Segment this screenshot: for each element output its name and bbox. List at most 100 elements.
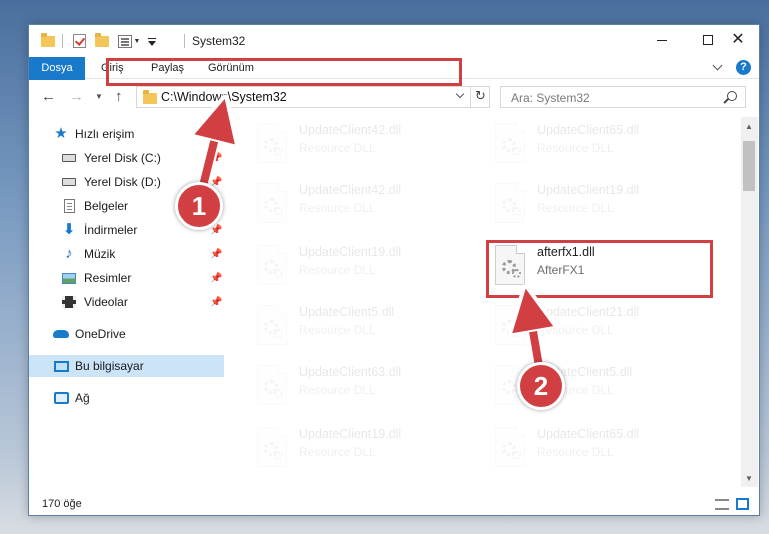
file-name: UpdateClient21.dll — [537, 305, 640, 319]
computer-icon — [53, 359, 69, 373]
documents-icon — [61, 199, 77, 213]
folder-icon — [39, 32, 57, 49]
dll-file-icon — [257, 365, 287, 405]
star-icon: ★ — [54, 125, 68, 142]
file-name: UpdateClient19.dll — [537, 183, 640, 197]
videos-icon — [61, 295, 77, 309]
address-highlight-box — [106, 58, 462, 86]
scroll-down-icon[interactable]: ▼ — [745, 474, 753, 483]
sidebar-item-label: Müzik — [84, 247, 116, 261]
file-description: Resource DLL — [537, 323, 614, 337]
dll-file-icon — [495, 183, 525, 223]
scroll-thumb[interactable] — [743, 141, 755, 191]
vertical-scrollbar[interactable]: ▲ ▼ — [741, 117, 758, 487]
dll-file-icon — [257, 123, 287, 163]
title-divider — [184, 34, 185, 48]
network-icon — [53, 391, 69, 405]
customize-quick-access-icon[interactable] — [145, 33, 159, 49]
step-2-badge: 2 — [517, 362, 565, 410]
sidebar-item-local-disk-c[interactable]: Yerel Disk (C:) 📌 — [29, 147, 224, 169]
file-description: Resource DLL — [299, 323, 376, 337]
minimize-button[interactable] — [639, 25, 685, 55]
dll-file-icon — [257, 427, 287, 467]
close-icon: ✕ — [731, 31, 745, 48]
pin-icon[interactable]: 📌 — [210, 153, 222, 164]
status-bar: 170 öğe — [29, 491, 759, 515]
navigation-pane: ★ Hızlı erişim Yerel Disk (C:) 📌 Yerel D… — [29, 117, 225, 487]
sidebar-item-quick-access[interactable]: ★ Hızlı erişim — [29, 123, 224, 145]
up-arrow-icon[interactable]: ↑ — [115, 88, 123, 106]
close-button[interactable]: ✕ — [715, 25, 759, 55]
sidebar-item-videos[interactable]: Videolar 📌 — [29, 291, 224, 313]
sidebar-item-network[interactable]: Ağ — [29, 387, 224, 409]
sidebar-item-label: Ağ — [75, 391, 90, 405]
drive-icon — [61, 175, 77, 189]
new-folder-icon[interactable] — [93, 32, 111, 49]
sidebar-item-label: OneDrive — [75, 327, 126, 341]
file-item[interactable]: UpdateClient21.dll Resource DLL — [487, 301, 727, 357]
search-input[interactable]: Ara: System32 — [500, 86, 746, 108]
file-description: Resource DLL — [537, 201, 614, 215]
file-description: Resource DLL — [299, 141, 376, 155]
file-name: UpdateClient5.dll — [299, 305, 395, 319]
file-item[interactable]: UpdateClient5.dll Resource DLL — [249, 301, 489, 357]
properties-check-icon[interactable] — [70, 33, 88, 49]
sidebar-item-label: Yerel Disk (C:) — [84, 151, 161, 165]
address-path[interactable]: C:\Windows\System32 — [161, 90, 287, 104]
expand-ribbon-chevron-icon[interactable] — [712, 60, 723, 71]
music-icon: ♪ — [65, 245, 73, 262]
address-bar[interactable]: C:\Windows\System32 — [136, 86, 490, 108]
sidebar-item-this-pc[interactable]: Bu bilgisayar — [29, 355, 224, 377]
file-item[interactable]: UpdateClient42.dll Resource DLL — [249, 119, 489, 175]
file-name: UpdateClient65.dll — [537, 123, 640, 137]
address-history-chevron-icon[interactable] — [455, 89, 465, 99]
item-count: 170 öğe — [42, 498, 82, 510]
help-icon[interactable]: ? — [736, 60, 751, 75]
minimize-icon — [657, 39, 667, 41]
details-view-icon[interactable] — [715, 499, 729, 510]
large-icons-view-icon[interactable] — [736, 498, 749, 510]
file-item[interactable]: UpdateClient19.dll Resource DLL — [249, 423, 489, 479]
dll-file-icon — [495, 427, 525, 467]
scroll-up-icon[interactable]: ▲ — [745, 122, 753, 131]
file-item[interactable]: UpdateClient65.dll Resource DLL — [487, 119, 727, 175]
properties-icon[interactable] — [116, 33, 134, 49]
file-description: Resource DLL — [299, 383, 376, 397]
file-description: Resource DLL — [299, 445, 376, 459]
file-name: UpdateClient42.dll — [299, 123, 402, 137]
dll-file-icon — [257, 183, 287, 223]
sidebar-item-onedrive[interactable]: OneDrive — [29, 323, 224, 345]
title-bar: ▼ System32 ✕ — [29, 25, 759, 57]
file-name: UpdateClient19.dll — [299, 427, 402, 441]
file-highlight-box — [486, 240, 713, 298]
sidebar-item-label: Yerel Disk (D:) — [84, 175, 161, 189]
file-list: UpdateClient42.dll Resource DLL UpdateCl… — [225, 117, 741, 487]
pin-icon[interactable]: 📌 — [210, 273, 222, 284]
sidebar-item-music[interactable]: ♪ Müzik 📌 — [29, 243, 224, 265]
sidebar-item-label: Bu bilgisayar — [75, 359, 144, 373]
dll-file-icon — [495, 305, 525, 345]
pin-icon[interactable]: 📌 — [210, 297, 222, 308]
file-item[interactable]: UpdateClient65.dll Resource DLL — [487, 423, 727, 479]
pin-icon[interactable]: 📌 — [210, 249, 222, 260]
file-item[interactable]: UpdateClient19.dll Resource DLL — [487, 179, 727, 235]
file-item[interactable]: UpdateClient63.dll Resource DLL — [249, 361, 489, 417]
sidebar-item-pictures[interactable]: Resimler 📌 — [29, 267, 224, 289]
file-item[interactable]: UpdateClient19.dll Resource DLL — [249, 241, 489, 297]
back-arrow-icon[interactable]: ← — [41, 88, 56, 106]
sidebar-item-label: Videolar — [84, 295, 128, 309]
recent-locations-chevron-icon[interactable]: ▼ — [95, 88, 103, 106]
sidebar-item-label: İndirmeler — [84, 223, 138, 237]
forward-arrow-icon[interactable]: → — [69, 88, 84, 106]
refresh-icon[interactable]: ↻ — [470, 86, 490, 108]
file-description: Resource DLL — [537, 445, 614, 459]
maximize-icon — [703, 35, 713, 45]
search-icon[interactable] — [727, 91, 737, 101]
quick-access-divider — [62, 34, 63, 48]
file-name: UpdateClient42.dll — [299, 183, 402, 197]
quick-access-dropdown-icon[interactable]: ▼ — [133, 33, 141, 49]
file-description: Resource DLL — [537, 141, 614, 155]
file-item[interactable]: UpdateClient42.dll Resource DLL — [249, 179, 489, 235]
file-name: UpdateClient19.dll — [299, 245, 402, 259]
dll-file-icon — [257, 245, 287, 285]
